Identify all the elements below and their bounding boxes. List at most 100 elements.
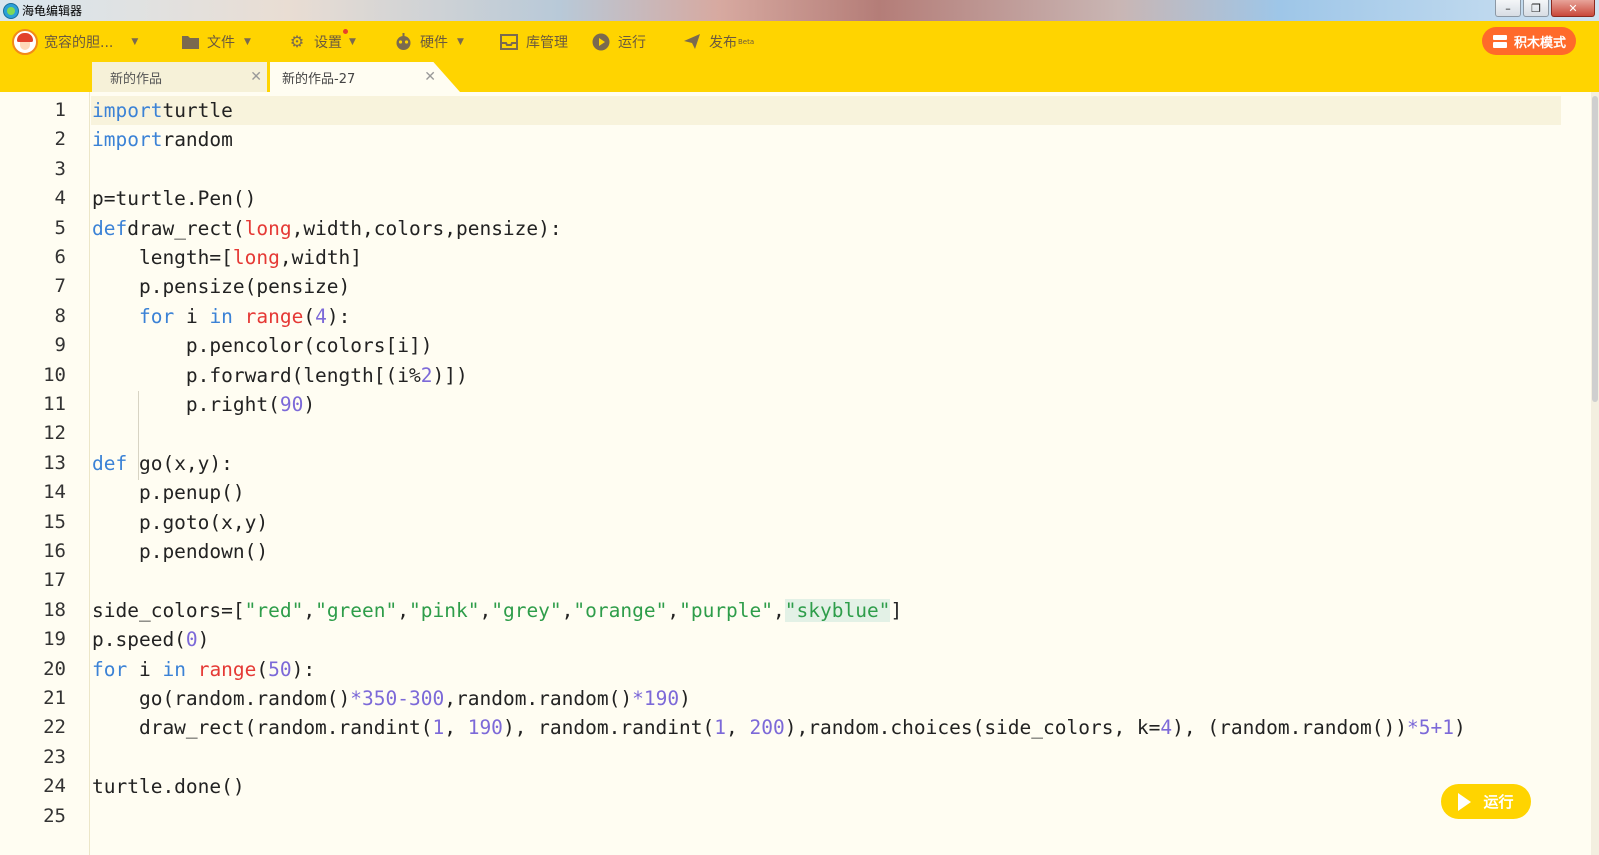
run-button-label: 运行 bbox=[1483, 793, 1514, 811]
tab-new-work[interactable]: 新的作品 ✕ bbox=[92, 62, 267, 92]
code-token: 300 bbox=[409, 687, 445, 710]
chevron-down-icon: ▼ bbox=[131, 36, 139, 47]
code-token: "grey" bbox=[491, 598, 562, 622]
code-token: ) bbox=[679, 687, 691, 710]
code-token: import bbox=[92, 128, 163, 152]
tab-new-work-27[interactable]: 新的作品-27 ✕ bbox=[270, 62, 460, 92]
code-token: p.goto(x,y) bbox=[92, 510, 269, 534]
code-token: ): bbox=[291, 657, 316, 681]
code-token: + bbox=[1430, 716, 1443, 740]
code-token: 90 bbox=[279, 393, 304, 416]
code-token: , bbox=[479, 598, 492, 622]
indent-guide bbox=[138, 391, 139, 480]
code-token: p.right( bbox=[92, 393, 280, 416]
maximize-button[interactable]: ❐ bbox=[1523, 0, 1549, 17]
line-number: 15 bbox=[43, 510, 66, 533]
tab-bar: 新的作品 ✕ 新的作品-27 ✕ bbox=[0, 62, 1599, 92]
code-token: )]) bbox=[432, 363, 468, 387]
line-number: 24 bbox=[43, 775, 66, 798]
beta-badge: Beta bbox=[738, 37, 755, 46]
scrollbar-thumb[interactable] bbox=[1592, 96, 1598, 402]
code-token: for bbox=[138, 304, 175, 328]
line-number: 6 bbox=[54, 246, 66, 268]
blocks-icon bbox=[1492, 31, 1508, 51]
code-line: p.pensize(pensize) bbox=[92, 272, 350, 301]
code-line: def go(x,y): bbox=[92, 449, 233, 478]
library-manager-button[interactable]: 库管理 bbox=[499, 21, 568, 62]
code-line: p.speed(0) bbox=[92, 625, 209, 654]
user-menu[interactable]: 宽容的胆... ▼ bbox=[12, 21, 138, 62]
publish-button[interactable]: 发布 Beta bbox=[682, 21, 754, 62]
chevron-down-icon: ▼ bbox=[349, 36, 356, 47]
code-token: length=[ bbox=[92, 246, 233, 269]
run-button[interactable]: 运行 bbox=[1441, 784, 1531, 819]
code-token: ),random.choices(side_colors, k= bbox=[784, 716, 1161, 740]
code-token: ,width,colors,pensize): bbox=[291, 216, 562, 240]
code-line: p.pendown() bbox=[92, 537, 268, 566]
line-number: 22 bbox=[43, 716, 66, 739]
code-line: length=[long,width] bbox=[92, 243, 362, 272]
run-menu-label: 运行 bbox=[618, 34, 646, 51]
code-token: ) bbox=[1453, 716, 1466, 740]
code-line: side_colors=["red","green","pink","grey"… bbox=[92, 596, 902, 625]
run-menu-button[interactable]: 运行 bbox=[591, 21, 646, 62]
code-token: 1 bbox=[1442, 716, 1454, 740]
line-number: 5 bbox=[54, 216, 66, 239]
close-icon[interactable]: ✕ bbox=[250, 69, 262, 85]
settings-menu[interactable]: ⚙ 设置 ▼ bbox=[287, 21, 356, 62]
current-line-highlight bbox=[91, 96, 1561, 125]
blocks-mode-button[interactable]: 积木模式 bbox=[1482, 27, 1576, 55]
line-number: 9 bbox=[54, 334, 66, 357]
line-number: 21 bbox=[43, 687, 66, 709]
code-token: ), (random.random()) bbox=[1172, 716, 1407, 740]
line-number: 23 bbox=[43, 745, 66, 768]
line-number: 14 bbox=[43, 481, 66, 504]
code-token: * bbox=[1406, 716, 1419, 740]
code-token: in bbox=[162, 657, 186, 681]
code-line: go(random.random()*350-300,random.random… bbox=[92, 684, 691, 713]
line-number: 13 bbox=[43, 451, 66, 474]
code-line: for i in range(4): bbox=[92, 302, 350, 331]
code-token: , bbox=[303, 598, 316, 622]
chevron-down-icon: ▼ bbox=[457, 36, 464, 47]
chevron-down-icon: ▼ bbox=[244, 36, 251, 47]
file-menu[interactable]: 文件 ▼ bbox=[180, 21, 251, 62]
code-token: "green" bbox=[315, 598, 398, 622]
code-token: def bbox=[92, 216, 128, 240]
file-menu-label: 文件 bbox=[207, 34, 235, 51]
code-token: ) bbox=[197, 628, 210, 652]
code-token: range bbox=[244, 304, 304, 328]
window-controls: – ❐ ✕ bbox=[1493, 0, 1595, 17]
line-number-gutter: 1 2 3 4 5 6 7 8 9 10 11 12 13 14 15 16 17 18 19 20 21 22 23 24 2… bbox=[0, 92, 90, 855]
code-token: turtle bbox=[162, 99, 233, 122]
close-icon[interactable]: ✕ bbox=[424, 69, 436, 85]
code-token: - bbox=[397, 687, 410, 710]
code-token: p.penup() bbox=[92, 481, 245, 505]
code-token: 350 bbox=[362, 687, 398, 710]
code-token: * bbox=[632, 687, 644, 710]
code-token: 200 bbox=[749, 716, 785, 740]
code-token: 0 bbox=[185, 628, 198, 652]
minimize-button[interactable]: – bbox=[1495, 0, 1521, 17]
folder-icon bbox=[180, 32, 200, 52]
code-line: defdraw_rect(long,width,colors,pensize): bbox=[92, 214, 562, 243]
code-editor[interactable]: 1 2 3 4 5 6 7 8 9 10 11 12 13 14 15 16 17 18 19 20 21 22 23 24 2… bbox=[0, 92, 1599, 855]
code-token: p.pendown() bbox=[92, 540, 269, 563]
window-title: 海龟编辑器 bbox=[22, 4, 83, 18]
line-number: 20 bbox=[43, 657, 66, 680]
title-bar: 海龟编辑器 – ❐ ✕ bbox=[0, 0, 1599, 21]
code-token: draw_rect(random.randint( bbox=[92, 716, 433, 740]
line-number: 12 bbox=[43, 422, 66, 445]
code-line: for i in range(50): bbox=[92, 655, 315, 684]
blocks-mode-label: 积木模式 bbox=[1513, 35, 1566, 51]
code-token: in bbox=[209, 304, 233, 328]
hardware-menu[interactable]: 硬件 ▼ bbox=[393, 21, 464, 62]
code-token: i bbox=[127, 657, 163, 681]
play-circle-icon bbox=[591, 32, 611, 52]
close-button[interactable]: ✕ bbox=[1551, 0, 1595, 17]
code-token: * bbox=[350, 687, 363, 710]
code-line: p.penup() bbox=[92, 478, 245, 507]
